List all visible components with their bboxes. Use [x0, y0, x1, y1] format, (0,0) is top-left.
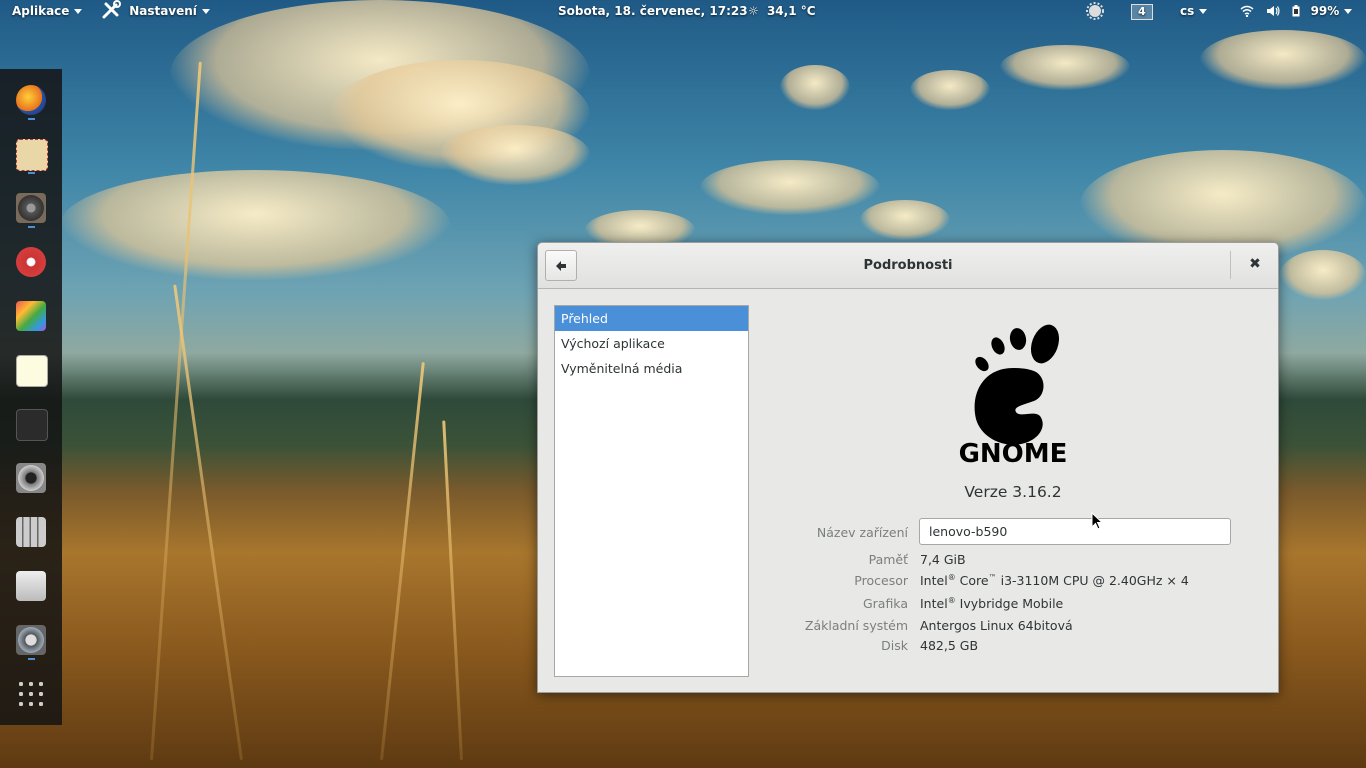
applications-menu[interactable]: Aplikace: [12, 0, 83, 22]
camera-icon[interactable]: [16, 463, 46, 493]
file-manager-icon[interactable]: [16, 571, 46, 601]
sun-icon: ☼: [748, 4, 759, 18]
device-name-label: Název zařízení: [816, 525, 908, 540]
processor-value: Intel® Core™ i3-3110M CPU @ 2.40GHz × 4: [920, 573, 1189, 589]
firefox-icon[interactable]: [16, 85, 46, 115]
sidebar-item-default-apps[interactable]: Výchozí aplikace: [555, 331, 748, 356]
window-title: Podrobnosti: [863, 258, 953, 273]
window-titlebar: Podrobnosti ✖: [538, 243, 1278, 289]
arrow-left-icon: [556, 260, 566, 271]
workspace-indicator[interactable]: 4: [1131, 0, 1153, 22]
chevron-down-icon: [1199, 9, 1208, 14]
graphics-label: Grafika: [862, 596, 908, 611]
chevron-down-icon: [1344, 9, 1353, 14]
settings-menu[interactable]: Nastavení: [100, 0, 210, 22]
memory-value: 7,4 GiB: [920, 552, 966, 567]
disk-value: 482,5 GB: [920, 638, 979, 653]
details-window: Podrobnosti ✖ Přehled Výchozí aplikace V…: [537, 242, 1279, 693]
mouse-pointer-icon: [1091, 512, 1103, 530]
workspace-number: 4: [1131, 4, 1153, 20]
battery-percentage: 99%: [1310, 4, 1340, 18]
os-label: Základní systém: [804, 618, 908, 633]
running-indicator: [28, 226, 35, 228]
chevron-down-icon: [201, 9, 210, 14]
gnome-logo-text: GNOME: [958, 439, 1068, 469]
clock[interactable]: Sobota, 18. červenec, 17:23: [558, 0, 748, 22]
sidebar-item-removable-media[interactable]: Vyměnitelná média: [555, 356, 748, 381]
text-editor-icon[interactable]: [16, 355, 48, 387]
disk-label: Disk: [881, 638, 908, 653]
close-icon: ✖: [1249, 256, 1261, 272]
running-indicator: [28, 172, 35, 174]
battery-icon: [1292, 4, 1300, 16]
chevron-down-icon: [74, 9, 83, 14]
overview-panel: GNOME Verze 3.16.2 Název zařízení Paměť …: [748, 289, 1278, 692]
applications-menu-label: Aplikace: [12, 4, 70, 18]
graphics-value: Intel® Ivybridge Mobile: [920, 596, 1064, 612]
weather-indicator[interactable]: ☼ 34,1 °C: [748, 0, 816, 22]
weather-temperature: 34,1 °C: [766, 4, 816, 18]
mixer-icon[interactable]: [16, 517, 46, 547]
titlebar-separator: [1230, 251, 1231, 279]
keyboard-layout-menu[interactable]: cs: [1180, 0, 1208, 22]
processor-label: Procesor: [854, 573, 908, 588]
mail-icon[interactable]: [16, 139, 48, 171]
version-label: Verze 3.16.2: [964, 483, 1062, 501]
gear-icon: [1086, 1, 1104, 20]
terminal-icon[interactable]: [16, 409, 48, 441]
speaker-icon[interactable]: [16, 193, 46, 223]
back-button[interactable]: [545, 250, 577, 281]
dock: [0, 69, 62, 725]
keyboard-layout-label: cs: [1180, 4, 1195, 18]
paint-icon[interactable]: [16, 301, 46, 331]
top-bar: Aplikace Nastavení Sobota, 18. červenec,…: [0, 0, 1366, 22]
tools-icon: [102, 0, 121, 19]
memory-label: Paměť: [868, 552, 908, 567]
gear-indicator[interactable]: [1086, 0, 1104, 22]
app-grid-icon[interactable]: [16, 679, 46, 709]
os-value: Antergos Linux 64bitová: [920, 618, 1073, 633]
settings-menu-label: Nastavení: [129, 4, 197, 18]
disc-burner-icon[interactable]: [16, 247, 46, 277]
wifi-icon: [1240, 5, 1254, 17]
sidebar-item-overview[interactable]: Přehled: [555, 306, 748, 331]
details-sidebar: Přehled Výchozí aplikace Vyměnitelná méd…: [554, 305, 749, 677]
system-menu[interactable]: 99%: [1240, 0, 1353, 22]
volume-icon: [1267, 5, 1280, 16]
close-button[interactable]: ✖: [1246, 255, 1264, 273]
system-settings-icon[interactable]: [16, 625, 46, 655]
device-name-input[interactable]: [919, 518, 1231, 545]
running-indicator: [28, 658, 35, 660]
running-indicator: [28, 118, 35, 120]
